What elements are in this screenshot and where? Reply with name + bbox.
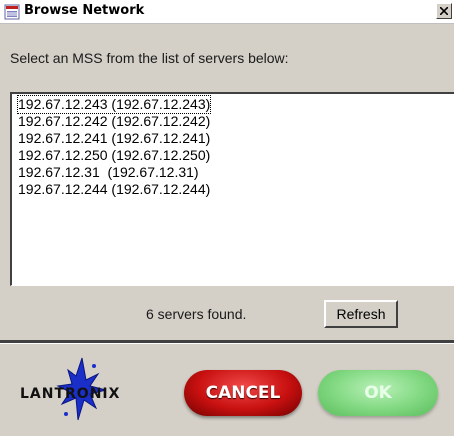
- server-list-item[interactable]: 192.67.12.250 (192.67.12.250): [18, 147, 210, 164]
- window-title: Browse Network: [24, 3, 145, 18]
- server-list-item[interactable]: 192.67.12.241 (192.67.12.241): [18, 130, 210, 147]
- title-bar: Browse Network: [0, 0, 454, 24]
- refresh-button[interactable]: Refresh: [324, 300, 398, 328]
- lantronix-logo: LANTRONIX: [20, 356, 160, 422]
- cancel-button[interactable]: CANCEL: [184, 370, 302, 416]
- divider-highlight: [0, 343, 454, 344]
- close-icon: [440, 7, 448, 15]
- server-list[interactable]: 192.67.12.243 (192.67.12.243) 192.67.12.…: [10, 92, 454, 286]
- logo-text: LANTRONIX: [20, 386, 121, 402]
- app-icon: [4, 4, 20, 20]
- server-list-item[interactable]: 192.67.12.244 (192.67.12.244): [18, 181, 210, 198]
- close-button[interactable]: [436, 3, 452, 19]
- server-list-item[interactable]: 192.67.12.31 (192.67.12.31): [18, 164, 199, 181]
- instruction-label: Select an MSS from the list of servers b…: [10, 50, 289, 66]
- server-list-item[interactable]: 192.67.12.242 (192.67.12.242): [18, 113, 210, 130]
- status-text: 6 servers found.: [146, 306, 247, 322]
- server-list-item[interactable]: 192.67.12.243 (192.67.12.243): [16, 95, 212, 114]
- ok-button[interactable]: OK: [318, 370, 438, 416]
